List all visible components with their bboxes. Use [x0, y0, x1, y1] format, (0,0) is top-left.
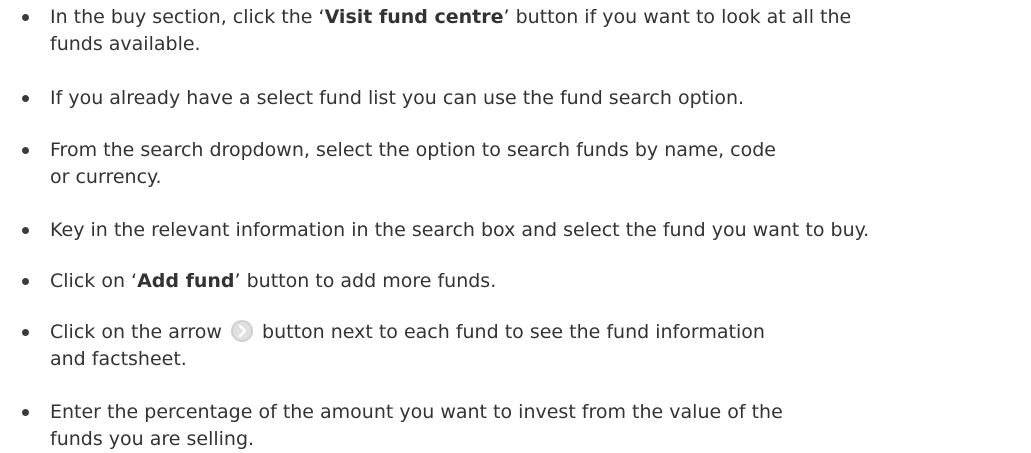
arrow-circle-icon	[230, 319, 254, 343]
bullet-icon	[22, 329, 29, 336]
bullet-icon	[22, 409, 29, 416]
add-fund-label: Add fund	[137, 270, 235, 292]
list-item-text: From the search dropdown, select the opt…	[50, 139, 776, 188]
list-item-text: Click on the arrow button next to each f…	[50, 319, 765, 370]
bullet-icon	[22, 278, 29, 285]
bullet-icon	[22, 147, 29, 154]
bullet-icon	[22, 95, 29, 102]
list-item-text: Click on ‘Add fund’ button to add more f…	[50, 270, 497, 292]
list-item-text: Enter the percentage of the amount you w…	[50, 401, 783, 450]
visit-fund-centre-label: Visit fund centre	[324, 6, 504, 28]
list-item-text: In the buy section, click the ‘Visit fun…	[50, 6, 852, 55]
bullet-icon	[22, 227, 29, 234]
list-item-text: Key in the relevant information in the s…	[50, 219, 870, 241]
list-item-text: If you already have a select fund list y…	[50, 87, 745, 109]
bullet-icon	[22, 14, 29, 21]
